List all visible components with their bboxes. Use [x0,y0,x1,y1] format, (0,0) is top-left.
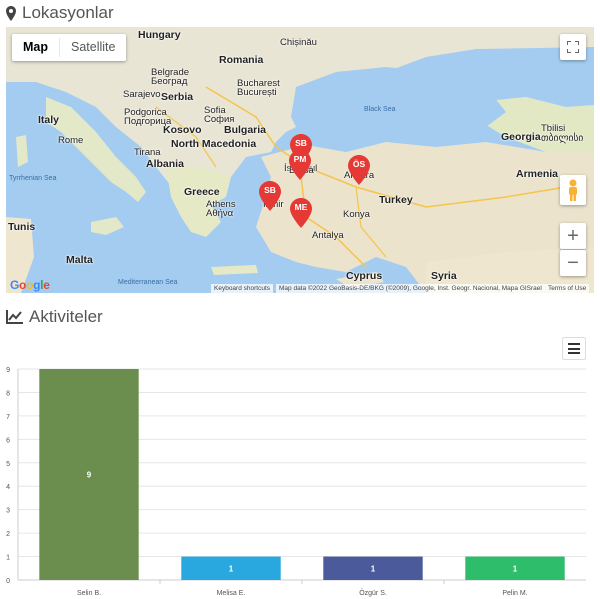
map-marker-me[interactable]: ME [290,198,312,228]
map-type-control: Map Satellite [12,34,127,61]
city-label-sofia-local: София [204,114,235,125]
data-label: 1 [229,564,234,573]
city-label-konya: Konya [343,209,370,220]
country-label-syria: Syria [431,270,457,282]
country-label-georgia: Georgia [501,131,541,143]
fullscreen-icon [567,41,579,53]
map-marker-icon [6,5,16,21]
y-tick-label: 0 [6,578,10,585]
locations-title: Lokasyonlar [22,3,114,22]
street-view-pegman[interactable] [560,175,586,205]
country-label-malta: Malta [66,254,93,266]
data-label: 1 [371,564,376,573]
zoom-in-button[interactable]: + [560,223,586,249]
sea-label-tyrrhenian: Tyrrhenian Sea [9,175,57,182]
country-label-armenia: Armenia [516,168,559,180]
google-logo[interactable]: Google [10,278,50,292]
data-label: 1 [513,564,518,573]
country-label-greece: Greece [184,186,220,198]
y-tick-label: 9 [6,367,10,374]
activities-title: Aktiviteler [29,307,103,326]
activities-bar-chart: 0 1 2 3 4 5 6 7 8 9 9 Selin B. 1 Melisa E. 1 Özgür S. 1 P… [6,367,586,597]
keyboard-shortcuts-link[interactable]: Keyboard shortcuts [211,284,274,293]
map-button[interactable]: Map [12,34,59,61]
country-label-tunisia: Tunis [8,221,36,233]
city-label-belgrade-local: Београд [151,76,188,87]
map-marker-pm-bursa[interactable]: PM [289,150,311,180]
fullscreen-button[interactable] [560,34,586,60]
marker-label: ME [294,202,308,212]
country-label-serbia: Serbia [161,91,194,103]
country-label-albania: Albania [146,158,184,170]
terms-of-use-link[interactable]: Terms of Use [545,284,590,293]
city-label-sarajevo: Sarajevo [123,89,161,100]
country-label-north-macedonia: North Macedonia [171,138,257,150]
y-tick-label: 6 [6,437,10,444]
city-label-tirana: Tirana [134,147,161,158]
y-tick-label: 3 [6,508,10,515]
locations-header: Lokasyonlar [6,3,114,23]
x-tick-label: Özgür S. [359,589,387,597]
y-tick-label: 7 [6,414,10,421]
zoom-out-button[interactable]: − [560,250,586,276]
country-label-hungary: Hungary [138,29,181,41]
y-tick-label: 8 [6,390,10,397]
country-label-romania: Romania [219,54,264,66]
city-label-tbilisi-local: თბილისი [541,133,584,144]
country-label-italy: Italy [38,114,60,126]
sea-label-mediterranean: Mediterranean Sea [118,279,178,286]
pegman-icon [569,179,577,201]
x-tick-label: Pelin M. [502,590,527,597]
data-label: 9 [87,471,92,480]
city-label-bucharest-local: București [237,87,277,98]
country-label-bulgaria: Bulgaria [224,124,267,136]
line-chart-icon [6,310,23,324]
city-label-athens-local: Αθήνα [206,208,234,219]
country-label-cyprus: Cyprus [346,270,383,282]
map-marker-sb-izmir[interactable]: SB [259,181,281,211]
y-tick-label: 2 [6,531,10,538]
marker-label: SB [295,138,307,148]
y-tick-label: 4 [6,484,10,491]
city-label-rome: Rome [58,135,84,146]
sea-label-black-sea: Black Sea [364,106,396,113]
map-data-attribution: Map data ©2022 GeoBasis-DE/BKG (©2009), … [276,284,545,293]
y-tick-label: 1 [6,555,10,562]
marker-label: PM [293,154,307,164]
map-view[interactable]: Map Satellite + − Hungary Romania Serbia… [6,27,594,293]
x-tick-label: Melisa E. [217,590,246,597]
marker-label: ÖS [352,159,366,169]
y-tick-label: 5 [6,461,10,468]
activities-header: Aktiviteler [6,307,103,327]
satellite-button[interactable]: Satellite [60,34,126,61]
map-marker-os-ankara[interactable]: ÖS [348,155,370,185]
city-label-podgorica-local: Подгорица [124,116,172,127]
city-label-antalya: Antalya [312,230,344,241]
x-tick-label: Selin B. [77,590,101,597]
city-label-chisinau: Chișinău [280,37,317,48]
country-label-turkey: Turkey [379,194,413,206]
marker-label: SB [264,185,276,195]
